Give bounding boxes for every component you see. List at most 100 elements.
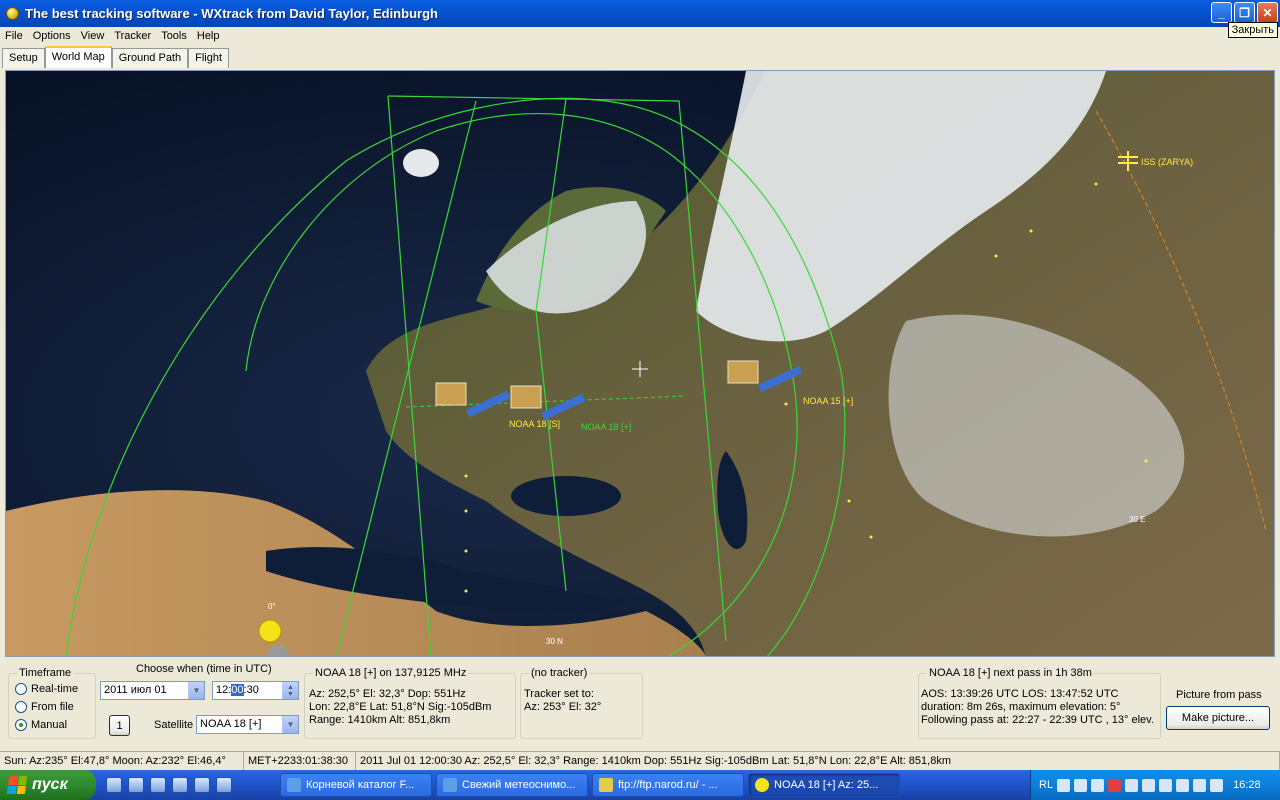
tray-icon[interactable] <box>1074 778 1088 792</box>
label-noaa15: NOAA 15 [+] <box>803 396 853 406</box>
chevron-down-icon[interactable]: ▼ <box>188 682 204 699</box>
picture-label: Picture from pass <box>1176 689 1262 701</box>
wxtrack-icon <box>755 778 769 792</box>
menu-tools[interactable]: Tools <box>156 30 192 42</box>
satellite-select[interactable]: NOAA 18 [+] ▼ <box>196 715 299 734</box>
timeframe-label: Timeframe <box>17 667 74 679</box>
radio-icon[interactable] <box>15 683 27 695</box>
tab-setup[interactable]: Setup <box>2 48 45 68</box>
sun-icon <box>258 619 282 643</box>
label-noaa18: NOAA 18 [+] <box>581 422 631 432</box>
make-picture-button[interactable]: Make picture... <box>1166 706 1270 730</box>
status-position: 2011 Jul 01 12:00:30 Az: 252,5° El: 32,3… <box>356 752 1280 770</box>
quicklaunch-icon[interactable] <box>150 777 166 793</box>
radio-realtime[interactable]: Real-time <box>15 683 78 695</box>
satellite-select-value: NOAA 18 [+] <box>200 718 262 730</box>
close-tooltip: Закрыть <box>1227 22 1278 38</box>
spin-buttons[interactable]: ▲ ▼ <box>282 682 298 699</box>
satellite-info-label: NOAA 18 [+] on 137,9125 MHz <box>313 667 469 679</box>
minimize-button[interactable]: _ <box>1211 2 1232 23</box>
start-label: пуск <box>32 776 68 793</box>
iceland <box>403 149 439 177</box>
date-picker[interactable]: 2011 июл 01 ▼ <box>100 681 205 700</box>
title-bar[interactable]: The best tracking software - WXtrack fro… <box>0 0 1280 27</box>
quicklaunch-icon[interactable] <box>172 777 188 793</box>
windows-logo-icon <box>6 776 28 794</box>
radio-manual-label: Manual <box>31 719 68 731</box>
label-noaa18s: NOAA 18 [S] <box>509 419 560 429</box>
label-iss: ISS (ZARYA) <box>1141 157 1193 167</box>
tray-icon[interactable] <box>1176 778 1190 792</box>
next-pass-group: NOAA 18 [+] next pass in 1h 38m AOS: 13:… <box>918 667 1161 739</box>
black-sea <box>511 476 621 516</box>
ie-icon <box>443 778 457 792</box>
radio-fromfile[interactable]: From file <box>15 701 74 713</box>
tracker-line1: Tracker set to: <box>524 688 594 700</box>
date-value: 2011 июл 01 <box>104 684 167 696</box>
chevron-down-icon[interactable]: ▼ <box>282 716 298 733</box>
close-button[interactable]: ✕ <box>1257 2 1278 23</box>
tray-icon[interactable] <box>1108 778 1122 792</box>
radio-manual[interactable]: Manual <box>15 719 67 731</box>
task-label: Свежий метеоснимо... <box>462 779 576 791</box>
grid-label-30n: 30 N <box>546 637 563 646</box>
language-indicator[interactable]: RL <box>1039 779 1053 791</box>
clock[interactable]: 16:28 <box>1233 779 1261 791</box>
satellite-label: Satellite <box>154 719 194 731</box>
quicklaunch-icon[interactable] <box>216 777 232 793</box>
ie-icon[interactable] <box>194 777 210 793</box>
sat-info-line1: Az: 252,5° El: 32,3° Dop: 551Hz <box>309 688 466 700</box>
tray-icon[interactable] <box>1159 778 1173 792</box>
tray-icon[interactable] <box>1091 778 1105 792</box>
next-pass-label: NOAA 18 [+] next pass in 1h 38m <box>927 667 1094 679</box>
tab-ground-path[interactable]: Ground Path <box>111 48 189 68</box>
sat-info-line2: Lon: 22,8°E Lat: 51,8°N Sig:-105dBm <box>309 701 492 713</box>
start-button[interactable]: пуск <box>0 770 96 800</box>
time-hours: 12: <box>216 684 232 696</box>
quicklaunch-icon[interactable] <box>106 777 122 793</box>
tray-icon[interactable] <box>1142 778 1156 792</box>
tab-world-map[interactable]: World Map <box>44 46 112 68</box>
quicklaunch-icon[interactable] <box>128 777 144 793</box>
next-pass-line2: duration: 8m 26s, maximum elevation: 5° <box>921 701 1121 713</box>
tray-icon[interactable] <box>1057 778 1071 792</box>
task-label: ftp://ftp.narod.ru/ - ... <box>618 779 718 791</box>
tray-icon[interactable] <box>1193 778 1207 792</box>
tray-icon[interactable] <box>1125 778 1139 792</box>
radio-realtime-label: Real-time <box>31 683 79 695</box>
menu-options[interactable]: Options <box>28 30 76 42</box>
taskbar-item[interactable]: Корневой каталог F... <box>280 773 432 797</box>
choose-when-label: Choose when (time in UTC) <box>136 663 272 675</box>
time-field[interactable]: 12:00:30 ▲ ▼ <box>212 681 299 700</box>
tab-flight[interactable]: Flight <box>188 48 230 68</box>
radio-fromfile-label: From file <box>31 701 74 713</box>
radio-icon[interactable] <box>15 701 27 713</box>
task-label: Корневой каталог F... <box>306 779 415 791</box>
status-sun-moon: Sun: Az:235° El:47,8° Moon: Az:232° El:4… <box>0 752 244 770</box>
quick-launch <box>106 777 276 793</box>
menu-tracker[interactable]: Tracker <box>109 30 156 42</box>
task-label: NOAA 18 [+] Az: 25... <box>774 779 879 791</box>
restore-button[interactable]: ❐ <box>1234 2 1255 23</box>
tracker-line2: Az: 253° El: 32° <box>524 701 602 713</box>
tracker-group: (no tracker) Tracker set to: Az: 253° El… <box>520 667 643 739</box>
radio-icon-selected[interactable] <box>15 719 27 731</box>
next-pass-line1: AOS: 13:39:26 UTC LOS: 13:47:52 UTC <box>921 688 1119 700</box>
grid-label-0: 0° <box>268 602 276 611</box>
step-button[interactable]: 1 <box>109 715 130 736</box>
menu-view[interactable]: View <box>76 30 110 42</box>
ie-icon <box>287 778 301 792</box>
app-icon[interactable] <box>6 7 19 20</box>
grid-label-30e: 30 E <box>1129 515 1145 524</box>
tray-icon[interactable] <box>1210 778 1224 792</box>
menu-file[interactable]: File <box>0 30 28 42</box>
world-map[interactable]: NOAA 18 [S] NOAA 18 [+] NOAA 15 [+] ISS … <box>5 70 1275 657</box>
taskbar-item[interactable]: Свежий метеоснимо... <box>436 773 588 797</box>
time-seconds: :30 <box>243 684 259 696</box>
taskbar-item-active[interactable]: NOAA 18 [+] Az: 25... <box>748 773 900 797</box>
system-tray: RL 16:28 <box>1030 770 1280 800</box>
tab-strip: Setup World Map Ground Path Flight <box>2 46 230 68</box>
menu-help[interactable]: Help <box>192 30 225 42</box>
taskbar-item[interactable]: ftp://ftp.narod.ru/ - ... <box>592 773 744 797</box>
next-pass-line3: Following pass at: 22:27 - 22:39 UTC , 1… <box>921 714 1154 726</box>
